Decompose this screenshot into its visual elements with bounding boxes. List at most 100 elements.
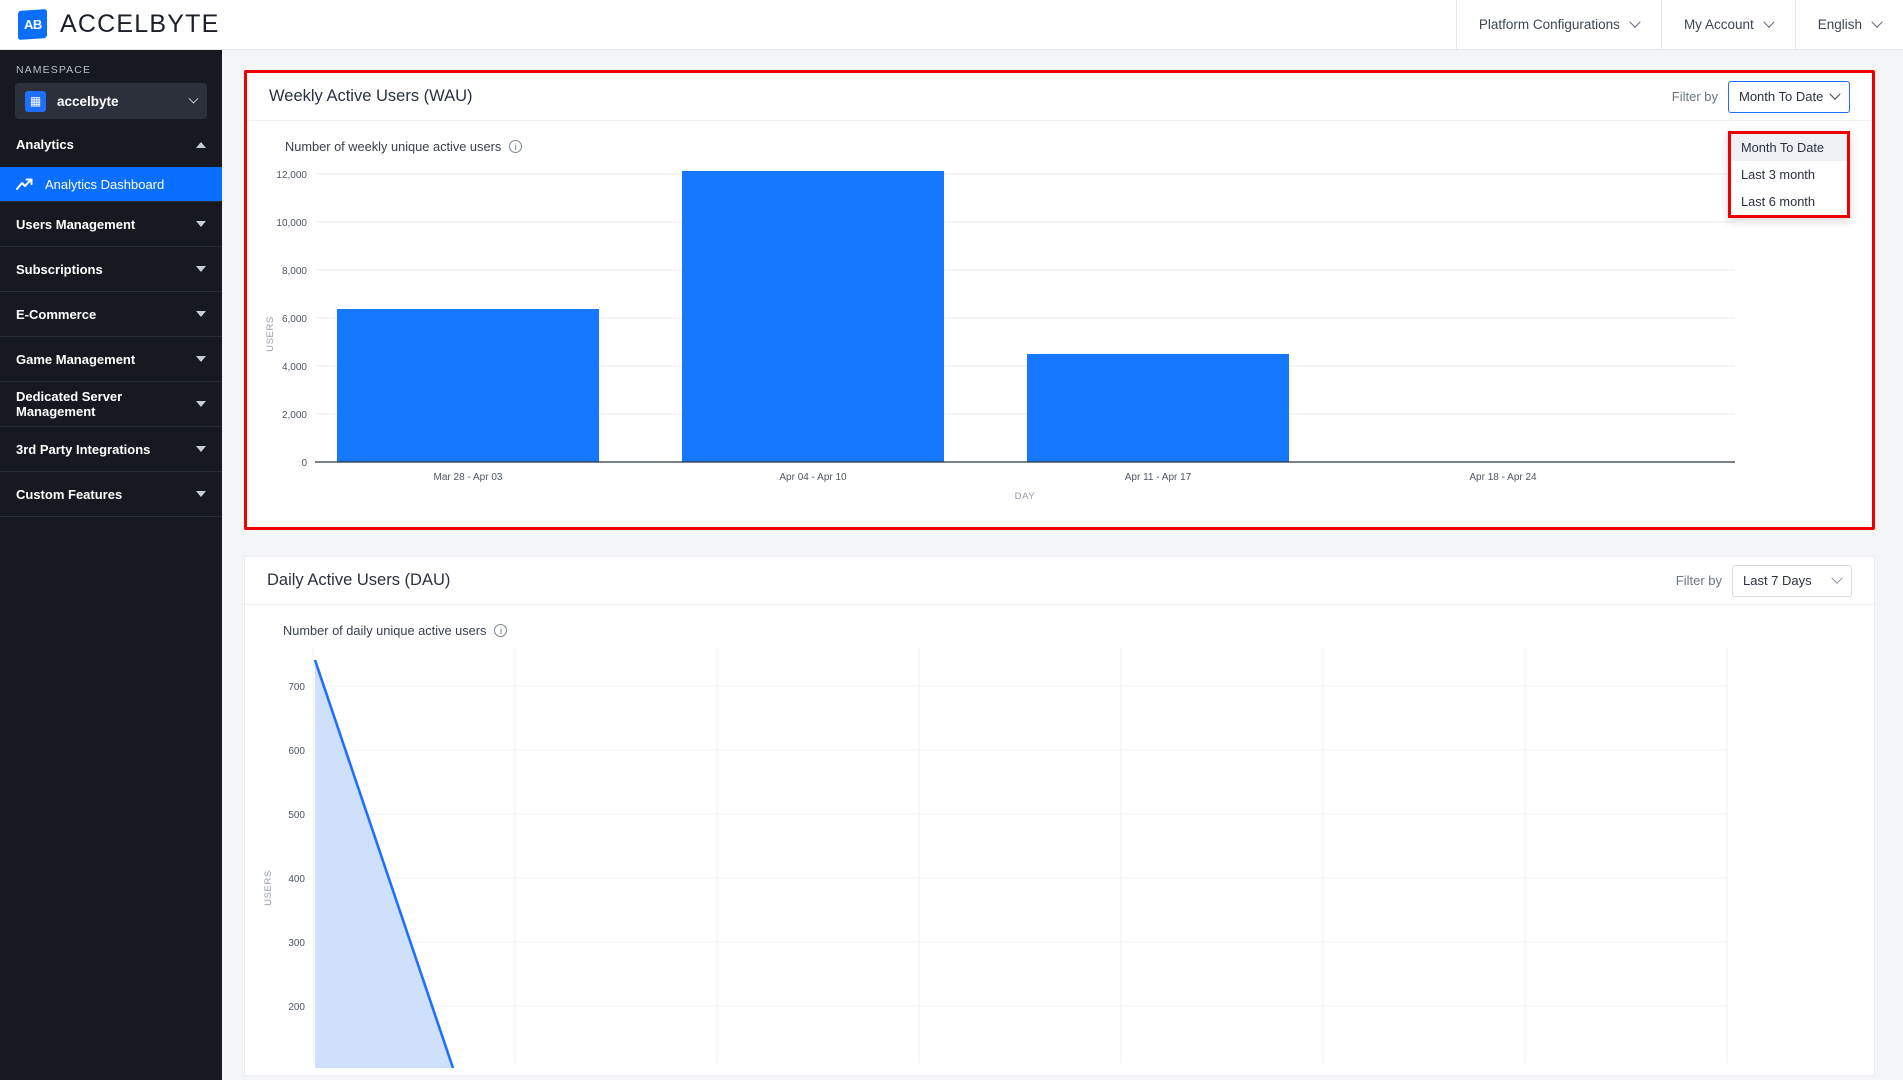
wau-bar-2[interactable] (1027, 354, 1289, 462)
sidebar-divider (0, 516, 222, 517)
wau-ytick-0: 0 (301, 458, 307, 469)
chevron-down-icon (196, 446, 206, 452)
wau-ytick-6: 12,000 (276, 170, 307, 181)
accelbyte-logo-icon: AB (18, 8, 47, 41)
dau-chart-subtitle-row: Number of daily unique active users i (245, 605, 1874, 638)
wau-ytick-5: 10,000 (276, 218, 307, 229)
brand-logo-group[interactable]: AB ACCELBYTE (0, 8, 220, 41)
namespace-select[interactable]: ▦ accelbyte (15, 83, 207, 119)
sidebar-item-analytics-dashboard[interactable]: Analytics Dashboard (0, 167, 222, 201)
dau-ytick-700: 700 (288, 682, 305, 693)
wau-card: Weekly Active Users (WAU) Filter by Mont… (244, 70, 1875, 530)
wau-filter-select[interactable]: Month To Date (1728, 80, 1850, 113)
sidebar-section-analytics-label: Analytics (16, 137, 74, 152)
dau-horizontal-gridlines (313, 685, 1727, 1007)
wau-bar-chart: 12,000 10,000 8,000 6,000 4,000 2,000 0 … (265, 170, 1735, 502)
chevron-down-icon (196, 311, 206, 317)
wau-filter-dropdown-menu: Month To Date Last 3 month Last 6 month (1728, 131, 1850, 218)
dau-filter-value: Last 7 Days (1743, 573, 1812, 588)
wau-bar-0[interactable] (337, 309, 599, 462)
dau-ytick-600: 600 (288, 746, 305, 757)
dau-ytick-400: 400 (288, 874, 305, 885)
sidebar-item-3rd-party-integrations[interactable]: 3rd Party Integrations (0, 426, 222, 471)
dau-card-title: Daily Active Users (DAU) (267, 571, 451, 589)
wau-chart-subtitle: Number of weekly unique active users (285, 139, 502, 154)
wau-ytick-2: 4,000 (282, 362, 307, 373)
dau-y-axis-title: USERS (263, 870, 274, 906)
wau-card-header: Weekly Active Users (WAU) Filter by Mont… (247, 73, 1872, 121)
sidebar: NAMESPACE ▦ accelbyte Analytics Analytic… (0, 50, 222, 1080)
sidebar-item-custom-features-label: Custom Features (16, 486, 123, 502)
wau-dropdown-option-last-6-month[interactable]: Last 6 month (1731, 188, 1847, 215)
chevron-down-icon (1831, 572, 1843, 584)
wau-x-tick-labels: Mar 28 - Apr 03 Apr 04 - Apr 10 Apr 11 -… (434, 472, 1538, 483)
sidebar-item-subscriptions-label: Subscriptions (16, 261, 103, 277)
sidebar-item-subscriptions[interactable]: Subscriptions (0, 246, 222, 291)
dau-chart-subtitle: Number of daily unique active users (283, 623, 487, 638)
sidebar-item-custom-features[interactable]: Custom Features (0, 471, 222, 516)
sidebar-section-analytics[interactable]: Analytics (0, 119, 222, 167)
wau-xtick-1: Apr 04 - Apr 10 (779, 472, 847, 483)
sidebar-item-game-management[interactable]: Game Management (0, 336, 222, 381)
chevron-down-icon (188, 93, 199, 104)
wau-bars (337, 171, 1289, 462)
sidebar-item-users-management-label: Users Management (16, 216, 136, 232)
dau-filter-label: Filter by (1675, 573, 1722, 588)
chevron-down-icon (1871, 16, 1883, 28)
info-icon[interactable]: i (509, 140, 523, 153)
dau-ytick-200: 200 (288, 1002, 305, 1013)
dau-area-chart: 700 600 500 400 300 200 USERS (263, 648, 1728, 1068)
nav-language[interactable]: English (1794, 0, 1903, 50)
dau-ytick-500: 500 (288, 810, 305, 821)
wau-y-tick-labels: 12,000 10,000 8,000 6,000 4,000 2,000 0 (276, 170, 307, 469)
logo-mark-text: AB (23, 17, 42, 32)
wau-xtick-2: Apr 11 - Apr 17 (1125, 472, 1192, 483)
sidebar-item-dedicated-server-management-label: Dedicated Server Management (16, 389, 123, 419)
chevron-down-icon (1763, 16, 1775, 28)
wau-x-axis-title: DAY (1015, 491, 1036, 502)
info-icon[interactable]: i (494, 624, 508, 637)
brand-name: ACCELBYTE (60, 10, 220, 38)
chevron-down-icon (196, 401, 206, 407)
chevron-down-icon (196, 491, 206, 497)
building-icon: ▦ (25, 90, 46, 112)
dau-card: Daily Active Users (DAU) Filter by Last … (244, 556, 1875, 1076)
top-header-bar: AB ACCELBYTE Platform Configurations My … (0, 0, 1903, 50)
dau-filter-group: Filter by Last 7 Days (1675, 564, 1852, 597)
dau-ytick-300: 300 (288, 938, 305, 949)
sidebar-item-e-commerce-label: E-Commerce (16, 306, 97, 322)
wau-ytick-4: 8,000 (282, 266, 307, 277)
wau-dropdown-option-last-3-month[interactable]: Last 3 month (1731, 161, 1847, 188)
dau-vertical-gridlines (312, 648, 1728, 1063)
wau-xtick-0: Mar 28 - Apr 03 (434, 472, 503, 483)
dau-y-tick-labels: 700 600 500 400 300 200 (288, 682, 305, 1013)
nav-my-account[interactable]: My Account (1660, 0, 1795, 50)
wau-dropdown-option-month-to-date[interactable]: Month To Date (1731, 134, 1847, 161)
top-nav: Platform Configurations My Account Engli… (1455, 0, 1903, 50)
sidebar-item-analytics-dashboard-label: Analytics Dashboard (45, 176, 165, 192)
chevron-down-icon (196, 266, 206, 272)
chevron-down-icon (1629, 16, 1641, 28)
wau-xtick-3: Apr 18 - Apr 24 (1469, 472, 1537, 483)
namespace-label: NAMESPACE (16, 64, 92, 76)
sidebar-item-users-management[interactable]: Users Management (0, 201, 222, 246)
nav-platform-configurations[interactable]: Platform Configurations (1455, 0, 1661, 50)
nav-platform-configurations-label: Platform Configurations (1478, 17, 1620, 32)
wau-y-axis-title: USERS (265, 316, 276, 352)
wau-chart-subtitle-row: Number of weekly unique active users i (247, 121, 1872, 154)
nav-my-account-label: My Account (1683, 17, 1754, 32)
wau-ytick-3: 6,000 (282, 314, 307, 325)
wau-card-title: Weekly Active Users (WAU) (269, 87, 473, 105)
trend-up-icon (16, 178, 33, 190)
dau-filter-select[interactable]: Last 7 Days (1732, 564, 1852, 597)
chevron-down-icon (196, 356, 206, 362)
sidebar-item-e-commerce[interactable]: E-Commerce (0, 291, 222, 336)
wau-ytick-1: 2,000 (282, 410, 307, 421)
nav-language-label: English (1817, 17, 1862, 32)
wau-filter-label: Filter by (1671, 89, 1718, 104)
chevron-down-icon (196, 221, 206, 227)
wau-bar-1[interactable] (682, 171, 944, 462)
wau-filter-group: Filter by Month To Date (1671, 80, 1850, 113)
namespace-value: accelbyte (57, 93, 119, 109)
sidebar-item-dedicated-server-management[interactable]: Dedicated Server Management (0, 381, 222, 426)
